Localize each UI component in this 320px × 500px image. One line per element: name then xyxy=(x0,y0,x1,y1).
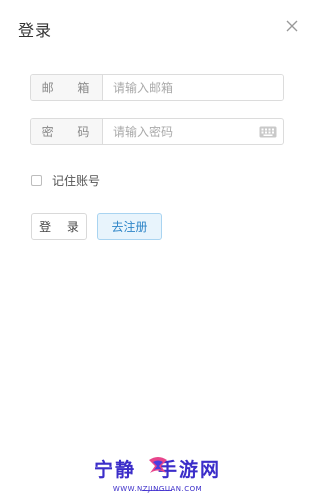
dialog-title: 登录 xyxy=(18,21,53,40)
password-field: 密 码 xyxy=(30,118,284,145)
watermark-logo-icon xyxy=(147,456,169,476)
email-label: 邮 箱 xyxy=(31,75,103,100)
register-button[interactable]: 去注册 xyxy=(97,213,162,240)
watermark-url: WWW.NZJINGUAN.COM xyxy=(112,485,203,493)
password-label: 密 码 xyxy=(31,119,103,144)
remember-label: 记住账号 xyxy=(52,174,101,188)
watermark-brand-left: 宁静 xyxy=(93,459,136,481)
close-icon[interactable] xyxy=(285,19,299,33)
remember-account[interactable]: 记住账号 xyxy=(31,172,100,189)
email-field: 邮 箱 xyxy=(30,74,284,101)
login-button[interactable]: 登 录 xyxy=(31,213,87,240)
remember-checkbox[interactable] xyxy=(31,175,42,186)
watermark: 宁静 手游网 WWW.NZJINGUAN.COM xyxy=(0,455,315,500)
login-dialog: 登录 邮 箱 密 码 记住账号 登 录 去注册 宁静手游网 xyxy=(0,0,315,500)
keyboard-icon[interactable] xyxy=(253,119,283,144)
password-input[interactable] xyxy=(103,119,253,144)
email-input[interactable] xyxy=(103,75,283,100)
